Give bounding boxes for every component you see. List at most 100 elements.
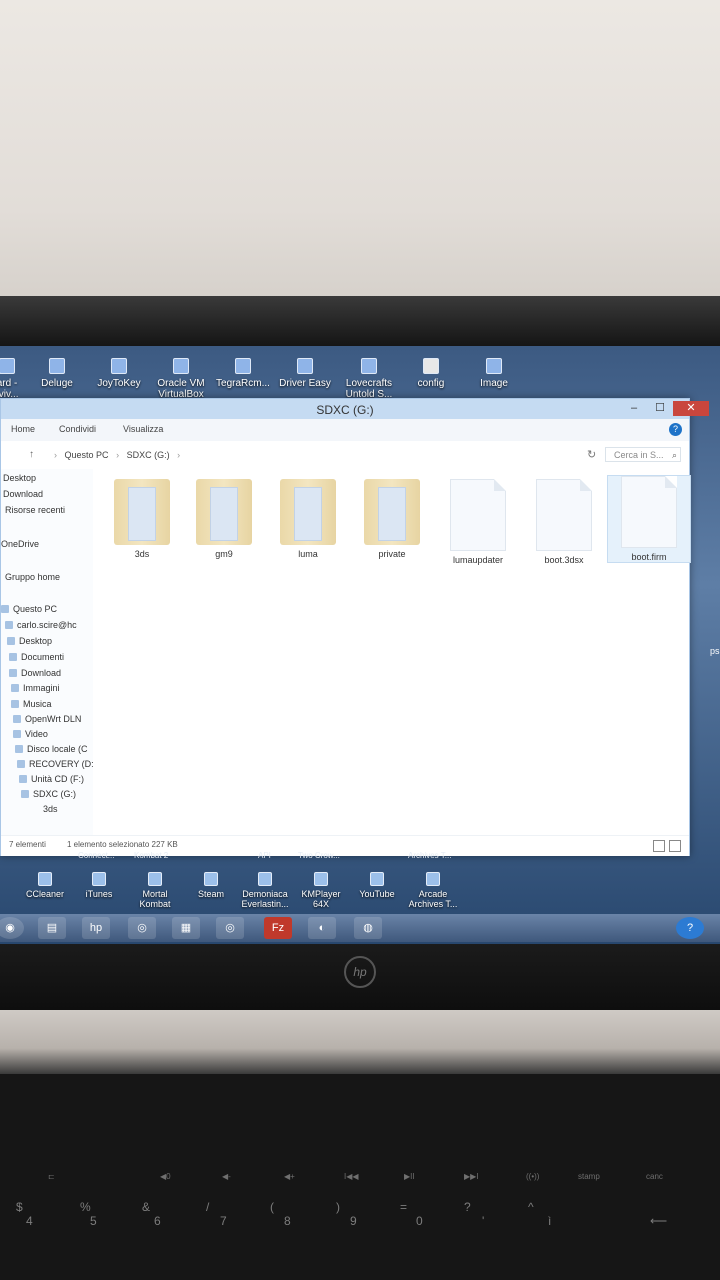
nav-item-openwrt[interactable]: OpenWrt DLN [13,714,81,724]
desktop-screen: ard - rviv... Deluge JoyToKey Oracle VM … [0,346,720,944]
minimize-button[interactable]: – [623,401,645,416]
address-bar[interactable]: ↑ › Questo PC › SDXC (G:) › ↻ Cerca in S… [1,441,689,470]
nav-item-desktop[interactable]: Desktop [3,473,36,483]
kmplayer-icon [314,872,328,886]
key-bottom: 5 [90,1214,97,1228]
chevron-right-icon: › [116,450,120,460]
file-lumaupdater[interactable]: lumaupdater [437,479,519,565]
tab-condividi[interactable]: Condividi [59,424,96,434]
key-bottom: 9 [350,1214,357,1228]
ccleaner-icon [38,872,52,886]
filezilla-taskbar-icon[interactable]: Fz [264,917,292,939]
desktop-icon-mortal-kombat[interactable]: Mortal Kombat [124,872,186,909]
key-top: & [142,1200,151,1214]
search-input[interactable]: Cerca in S... ⌕ [605,447,681,462]
drivereasy-icon [297,358,313,374]
up-arrow-icon[interactable]: ↑ [29,449,34,460]
nav-item-download[interactable]: Download [3,489,43,499]
desktop-icon-image[interactable]: Image [455,358,533,389]
close-button[interactable]: ✕ [673,401,709,416]
user-icon [5,621,13,629]
hp-taskbar-icon[interactable]: hp [82,917,110,939]
folder-private[interactable]: private [351,479,433,559]
tegrarcm-icon [235,358,251,374]
help-icon[interactable]: ? [669,423,682,436]
nav-item-recovery[interactable]: RECOVERY (D: [17,759,93,769]
breadcrumb-sdxc[interactable]: SDXC (G:) [127,450,170,460]
drive-icon [17,760,25,768]
behind-label: Kombat 2 [134,851,169,860]
nav-item-sdxc[interactable]: SDXC (G:) [21,789,76,799]
steam-icon [204,872,218,886]
fn-key: ⊏ [48,1172,55,1181]
key-bottom: 8 [284,1214,291,1228]
nav-item-onedrive[interactable]: OneDrive [1,539,39,549]
nav-item-unita-cd[interactable]: Unità CD (F:) [19,774,84,784]
nav-item-video[interactable]: Video [13,729,48,739]
file-boot-3dsx[interactable]: boot.3dsx [523,479,605,565]
nav-item-musica[interactable]: Musica [11,699,52,709]
nav-item-gruppo-home[interactable]: Gruppo home [5,572,60,582]
breadcrumb[interactable]: › Questo PC › SDXC (G:) › [49,450,185,460]
window-title: SDXC (G:) [316,403,374,417]
youtube-icon [370,872,384,886]
desktop-icon-arcade-archives[interactable]: Arcade Archives T... [402,872,464,909]
nav-item-immagini[interactable]: Immagini [11,683,60,693]
desktop-icon-demoniaca[interactable]: Demoniaca Everlastin... [234,872,296,909]
file-icon [536,479,592,551]
ribbon-tabs: Home Condividi Visualizza ? [1,419,689,442]
desktop-icon-steam[interactable]: Steam [180,872,242,899]
refresh-icon[interactable]: ↻ [587,448,596,461]
chrome-alt-taskbar-icon[interactable]: ◎ [216,917,244,939]
lovecrafts-icon [361,358,377,374]
desktop-icon-youtube[interactable]: YouTube [346,872,408,899]
store-taskbar-icon[interactable]: ▦ [172,917,200,939]
fn-key: ◀+ [284,1172,295,1181]
file-boot-firm[interactable]: boot.firm [607,475,691,563]
folder-luma[interactable]: luma [267,479,349,559]
key-top: ^ [528,1200,534,1214]
desktop-icon-kmplayer[interactable]: KMPlayer 64X [290,872,352,909]
file-explorer-taskbar-icon[interactable]: ▤ [38,917,66,939]
app-taskbar-icon[interactable]: ◐ [308,917,336,939]
sd-card-icon [21,790,29,798]
monitor-top-bezel [0,296,720,346]
music-icon [11,700,19,708]
virtualbox-icon [173,358,189,374]
nav-item-desktop-2[interactable]: Desktop [7,636,52,646]
cd-drive-icon [19,775,27,783]
tab-visualizza[interactable]: Visualizza [123,424,163,434]
breadcrumb-questo-pc[interactable]: Questo PC [65,450,109,460]
network-drive-icon [13,715,21,723]
itunes-icon [92,872,106,886]
nav-item-questo-pc[interactable]: Questo PC [1,604,57,614]
help-taskbar-icon[interactable]: ? [676,917,704,939]
nav-item-account[interactable]: carlo.scire@hc [5,620,77,630]
desktop-icon-ccleaner[interactable]: CCleaner [14,872,76,899]
file-explorer-window[interactable]: SDXC (G:) – ☐ ✕ Home Condividi Visualizz… [0,398,709,856]
drive-icon [15,745,23,753]
chrome-taskbar-icon[interactable]: ◎ [128,917,156,939]
search-icon: ⌕ [671,450,677,460]
folder-3ds[interactable]: 3ds [101,479,183,559]
nav-item-documenti[interactable]: Documenti [9,652,64,662]
nav-item-download-2[interactable]: Download [9,668,61,678]
key-bottom: 0 [416,1214,423,1228]
image-icon [486,358,502,374]
desktop-icon-itunes[interactable]: iTunes [68,872,130,899]
key-top: = [400,1200,408,1214]
nav-item-3ds[interactable]: 3ds [43,804,58,814]
start-button[interactable]: ◉ [0,917,24,939]
maximize-button[interactable]: ☐ [649,401,671,416]
folder-gm9[interactable]: gm9 [183,479,265,559]
chevron-right-icon: › [54,450,57,460]
navigation-pane: Desktop Download Risorse recenti OneDriv… [1,469,94,835]
nav-item-disco-locale[interactable]: Disco locale (C [15,744,88,754]
app-icon [0,358,15,374]
tab-home[interactable]: Home [11,424,35,434]
web-taskbar-icon[interactable]: ◍ [354,917,382,939]
title-bar[interactable]: SDXC (G:) – ☐ ✕ [1,399,709,419]
keyboard: ⊏ ◀0 ◀- ◀+ I◀◀ ▶II ▶▶I ((•)) stamp canc … [0,1074,720,1280]
behind-label: Connect... [78,851,115,860]
nav-item-risorse-recenti[interactable]: Risorse recenti [5,505,65,515]
